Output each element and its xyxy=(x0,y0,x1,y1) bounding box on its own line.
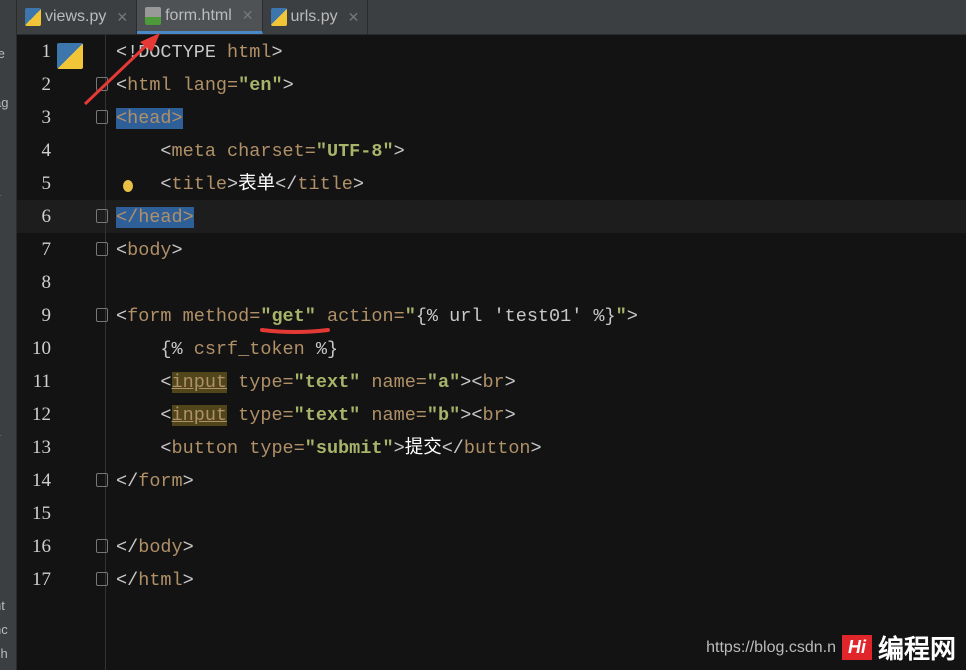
annotation-underline xyxy=(260,328,330,334)
watermark-url: https://blog.csdn.n xyxy=(706,638,836,656)
annotation-arrow xyxy=(83,40,152,106)
watermark: https://blog.csdn.n Hi 编程网 xyxy=(706,629,956,666)
watermark-badge: Hi xyxy=(841,635,872,660)
annotation-overlay xyxy=(83,33,330,334)
watermark-logo: 编程网 xyxy=(877,634,956,664)
